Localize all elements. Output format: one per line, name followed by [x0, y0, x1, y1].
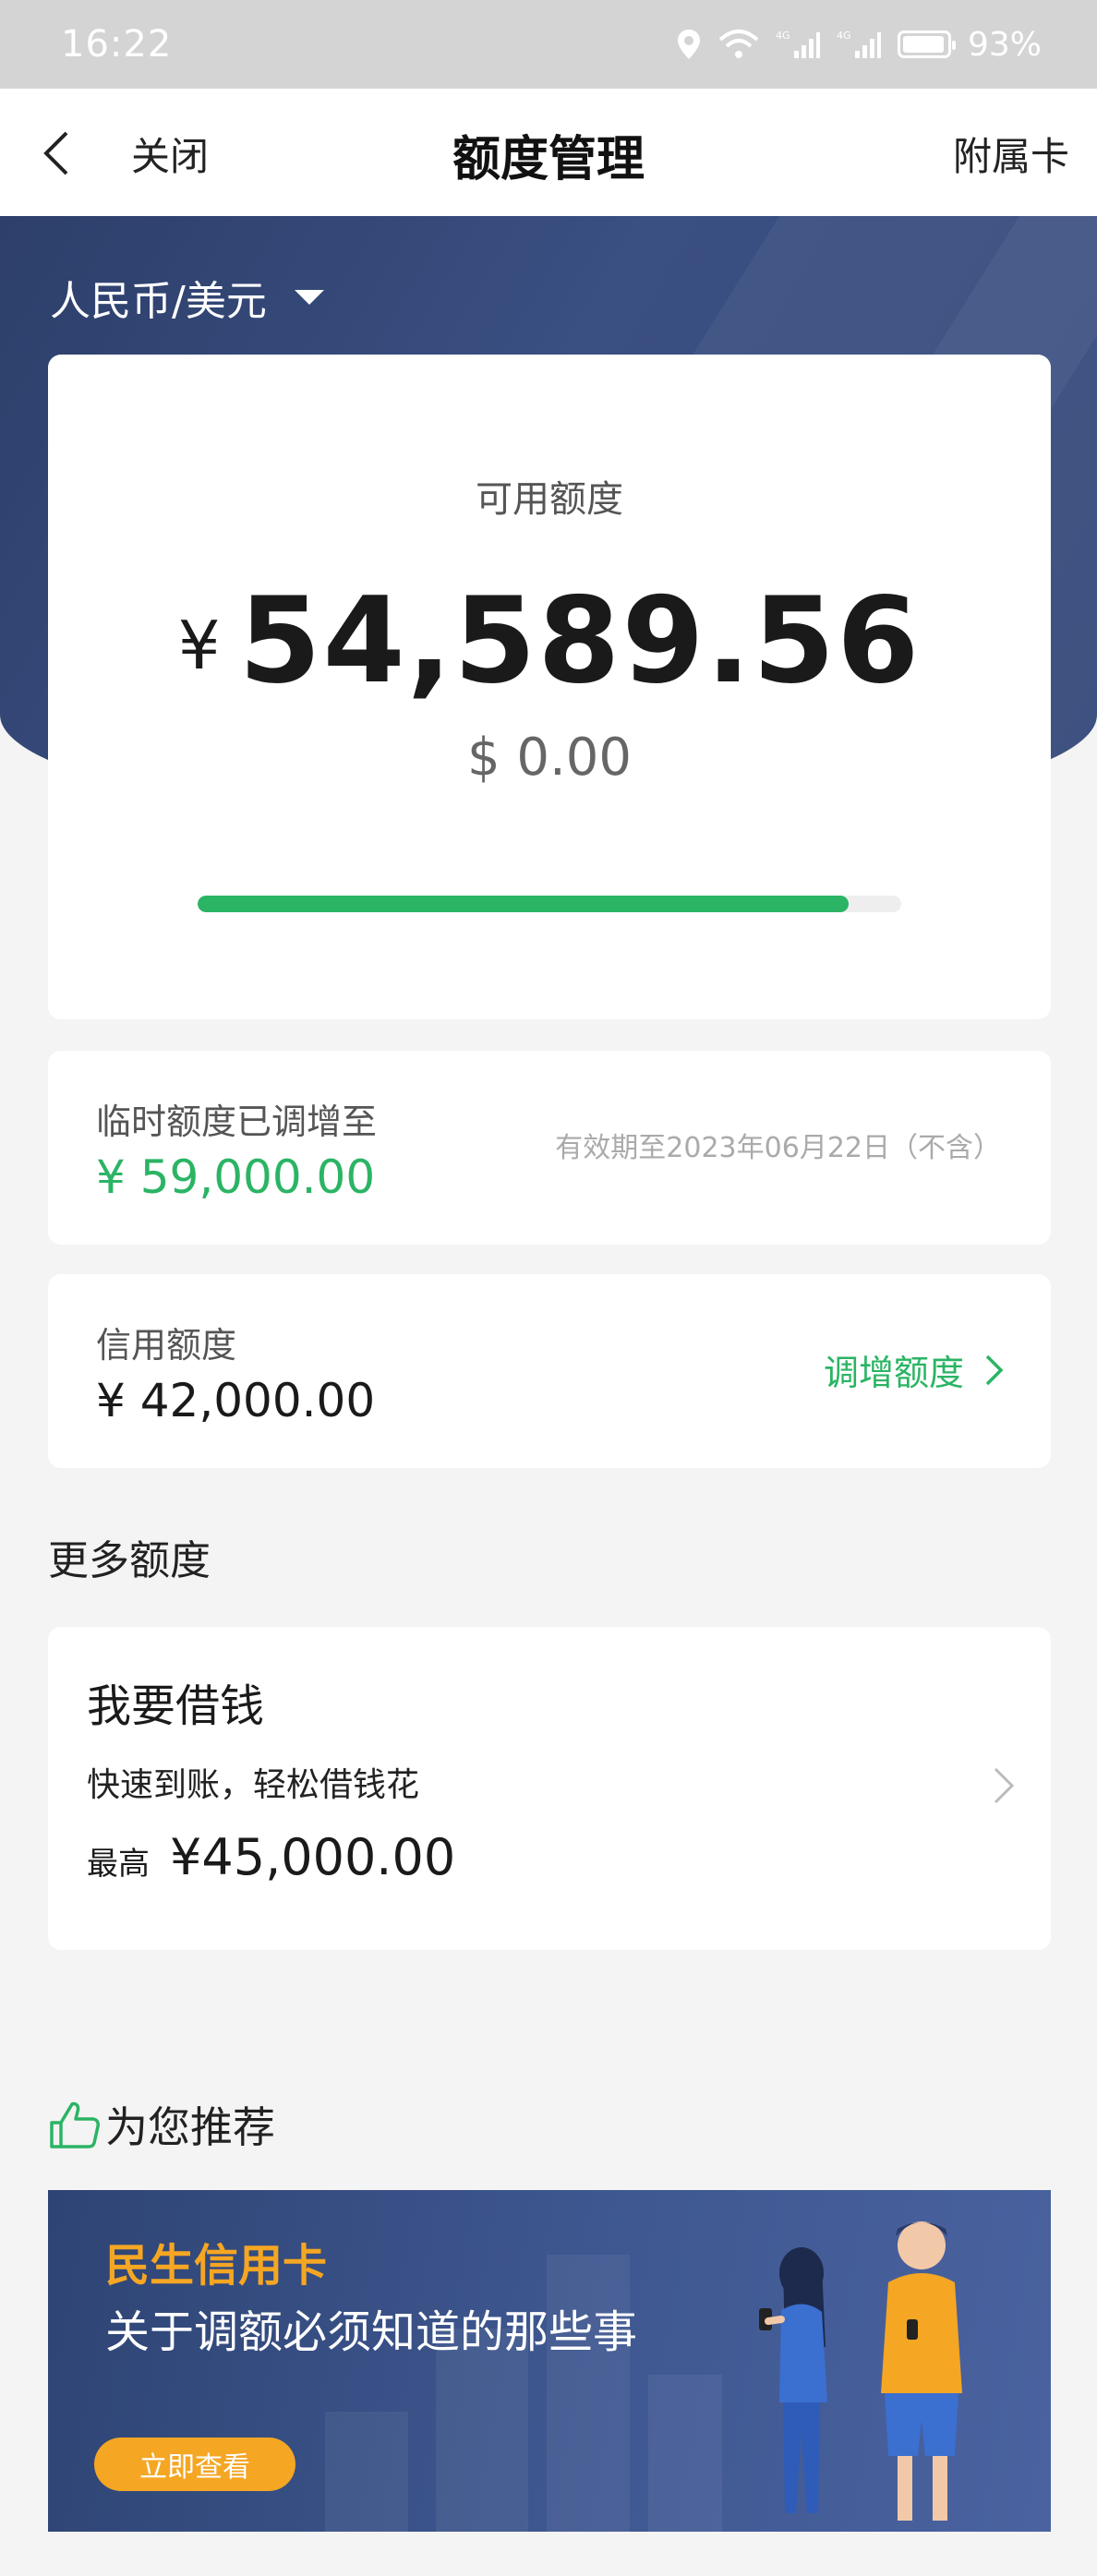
thumbs-up-icon [50, 2101, 100, 2149]
currency-symbol: ¥ [177, 607, 223, 684]
caret-down-icon [294, 290, 324, 305]
available-amount-value: 54,589.56 [238, 572, 922, 710]
more-limits-title: 更多额度 [48, 1537, 211, 1584]
banner-decor [648, 2375, 722, 2532]
nav-bar: 关闭 额度管理 附属卡 [0, 89, 1097, 216]
borrow-max: 最高 ¥45,000.00 [87, 1828, 455, 1886]
currency-dropdown[interactable]: 人民币/美元 [50, 268, 324, 327]
usage-progress-bar [198, 896, 901, 912]
temporary-limit-expiry: 有效期至2023年06月22日（不含） [555, 1132, 1001, 1164]
borrow-subtitle: 快速到账，轻松借钱花 [87, 1766, 420, 1804]
borrow-title: 我要借钱 [87, 1680, 265, 1732]
supplementary-card-button[interactable]: 附属卡 [953, 126, 1069, 182]
borrow-max-label: 最高 [87, 1846, 150, 1883]
borrow-money-card[interactable]: 我要借钱 快速到账，轻松借钱花 最高 ¥45,000.00 [48, 1627, 1051, 1950]
svg-text:4G: 4G [837, 30, 851, 42]
borrow-max-amount: ¥45,000.00 [170, 1828, 456, 1886]
signal-icon: 4G [776, 30, 820, 58]
banner-brand: 民生信用卡 [105, 2240, 328, 2292]
battery-percent: 93% [967, 25, 1042, 64]
status-time: 16:22 [61, 23, 173, 66]
chevron-right-icon [985, 1354, 1004, 1385]
wifi-icon [718, 30, 759, 58]
promo-banner[interactable]: 民生信用卡 关于调额必须知道的那些事 立即查看 [48, 2190, 1051, 2532]
status-icons: 4G 4G 93% [676, 26, 1042, 64]
credit-limit-label: 信用额度 [96, 1325, 237, 1366]
signal-icon-2: 4G [837, 30, 881, 58]
credit-limit-card: 信用额度 ¥ 42,000.00 调增额度 [48, 1274, 1051, 1468]
available-label: 可用额度 [476, 478, 623, 521]
page-title: 额度管理 [452, 132, 645, 187]
available-usd: $ 0.00 [466, 728, 633, 788]
temporary-limit-label: 临时额度已调增至 [96, 1101, 378, 1142]
recommend-title: 为您推荐 [105, 2102, 275, 2152]
available-amount: ¥54,589.56 [48, 572, 1051, 710]
people-illustration [759, 2221, 962, 2521]
increase-limit-button[interactable]: 调增额度 [824, 1344, 1005, 1395]
banner-headline: 关于调额必须知道的那些事 [105, 2306, 638, 2358]
increase-limit-label: 调增额度 [823, 1353, 964, 1393]
currency-label: 人民币/美元 [50, 278, 267, 325]
credit-limit-amount: ¥ 42,000.00 [96, 1374, 376, 1427]
temporary-limit-card: 临时额度已调增至 ¥ 59,000.00 有效期至2023年06月22日（不含） [48, 1051, 1051, 1245]
chevron-right-icon [994, 1767, 1015, 1804]
recommend-header: 为您推荐 [48, 2094, 275, 2155]
battery-icon [897, 30, 956, 58]
status-bar: 16:22 4G 4G 93% [0, 0, 1097, 89]
temporary-limit-amount: ¥ 59,000.00 [96, 1150, 376, 1204]
svg-text:4G: 4G [776, 30, 790, 42]
view-now-button[interactable]: 立即查看 [94, 2438, 295, 2491]
usage-progress-fill [198, 896, 849, 912]
banner-decor [325, 2412, 408, 2532]
available-credit-card: 可用额度 ¥54,589.56 $ 0.00 [48, 355, 1051, 1019]
location-icon [677, 30, 700, 59]
